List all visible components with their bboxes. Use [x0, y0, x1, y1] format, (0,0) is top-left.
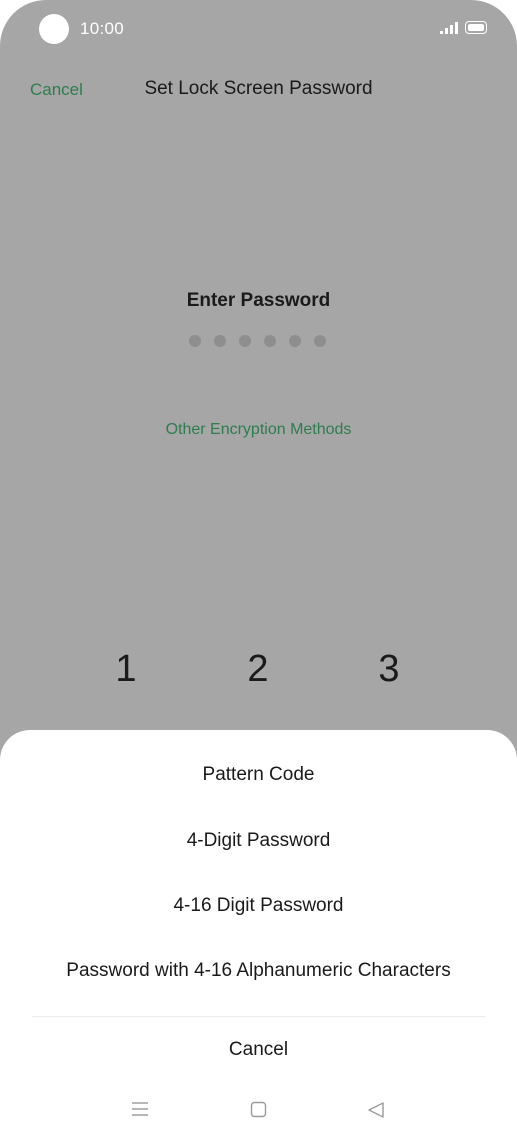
- signal-icon: [440, 22, 458, 34]
- status-bar: 10:00: [0, 0, 517, 60]
- password-dot: [314, 335, 326, 347]
- keypad-key-3[interactable]: 3: [359, 648, 419, 691]
- enter-password-label: Enter Password: [186, 290, 331, 311]
- front-camera-dot: [39, 14, 69, 44]
- password-dot: [239, 335, 251, 347]
- keypad-key-1[interactable]: 1: [96, 648, 156, 691]
- header: Cancel Set Lock Screen Password: [0, 70, 517, 110]
- phone-screen: 10:00 Cancel Set Lock Screen Password En…: [0, 0, 517, 1138]
- navigation-bar: [0, 1090, 517, 1130]
- option-4-16-digit-password[interactable]: 4-16 Digit Password: [0, 895, 517, 917]
- sheet-cancel-button[interactable]: Cancel: [0, 1039, 517, 1061]
- password-dot: [289, 335, 301, 347]
- battery-icon: [465, 21, 487, 34]
- password-dot: [214, 335, 226, 347]
- other-encryption-methods-link[interactable]: Other Encryption Methods: [0, 421, 517, 439]
- sheet-divider: [32, 1016, 485, 1017]
- home-icon[interactable]: [250, 1101, 267, 1118]
- password-dot: [189, 335, 201, 347]
- page-title: Set Lock Screen Password: [144, 78, 373, 99]
- password-dot: [264, 335, 276, 347]
- encryption-options-sheet: Pattern Code 4-Digit Password 4-16 Digit…: [0, 730, 517, 1138]
- option-pattern-code[interactable]: Pattern Code: [0, 764, 517, 786]
- option-alphanumeric-password[interactable]: Password with 4-16 Alphanumeric Characte…: [0, 960, 517, 982]
- option-4-digit-password[interactable]: 4-Digit Password: [0, 830, 517, 852]
- password-dots: [189, 335, 326, 347]
- menu-icon[interactable]: [131, 1101, 149, 1117]
- back-icon[interactable]: [367, 1101, 385, 1119]
- keypad-key-2[interactable]: 2: [228, 648, 288, 691]
- status-time: 10:00: [80, 19, 125, 38]
